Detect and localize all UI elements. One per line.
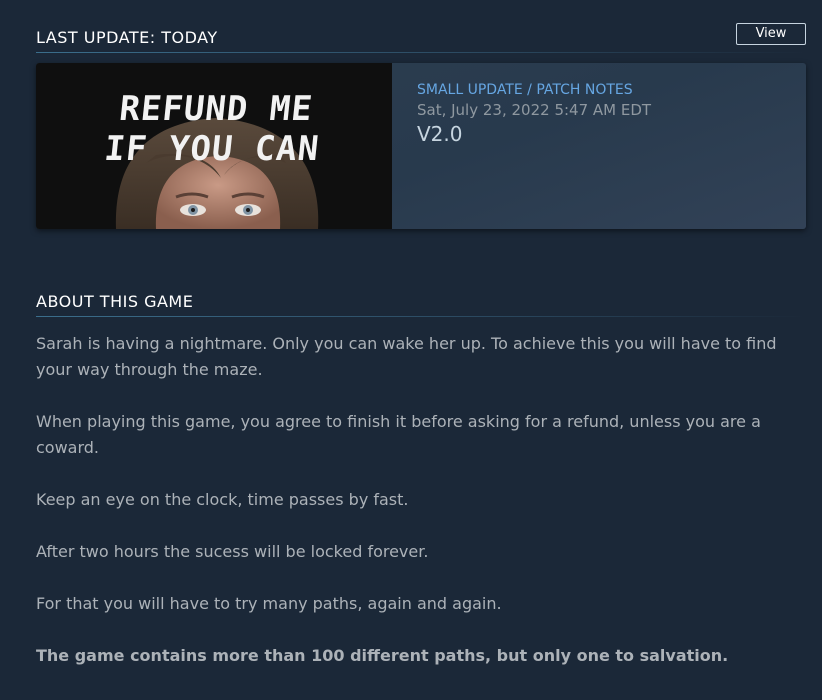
about-paragraph: When playing this game, you agree to fin…	[36, 412, 761, 457]
title-line-2: IF YOU CAN	[102, 129, 322, 169]
update-date: Sat, July 23, 2022 5:47 AM EDT	[417, 101, 652, 119]
update-type-label: SMALL UPDATE / PATCH NOTES	[417, 82, 633, 98]
store-page-section: LAST UPDATE: TODAY View REFUND ME IF YOU…	[0, 0, 822, 700]
about-paragraph: For that you will have to try many paths…	[36, 594, 502, 613]
about-header: ABOUT THIS GAME	[36, 292, 806, 317]
title-line-1: REFUND ME	[117, 89, 315, 129]
update-info: SMALL UPDATE / PATCH NOTES Sat, July 23,…	[417, 81, 651, 147]
view-update-button[interactable]: View	[736, 23, 806, 45]
about-paragraph-bold: The game contains more than 100 differen…	[36, 646, 729, 665]
update-card[interactable]: REFUND ME IF YOU CAN SMALL UPDATE / PATC…	[36, 63, 806, 229]
about-paragraph: After two hours the sucess will be locke…	[36, 542, 429, 561]
last-update-header: LAST UPDATE: TODAY	[36, 28, 806, 53]
update-thumbnail-image: REFUND ME IF YOU CAN	[36, 63, 392, 229]
about-description: Sarah is having a nightmare. Only you ca…	[36, 331, 806, 695]
game-title-artwork: REFUND ME IF YOU CAN	[36, 89, 392, 169]
about-paragraph: Sarah is having a nightmare. Only you ca…	[36, 334, 777, 379]
update-version: V2.0	[417, 122, 463, 146]
about-paragraph: Keep an eye on the clock, time passes by…	[36, 490, 409, 509]
